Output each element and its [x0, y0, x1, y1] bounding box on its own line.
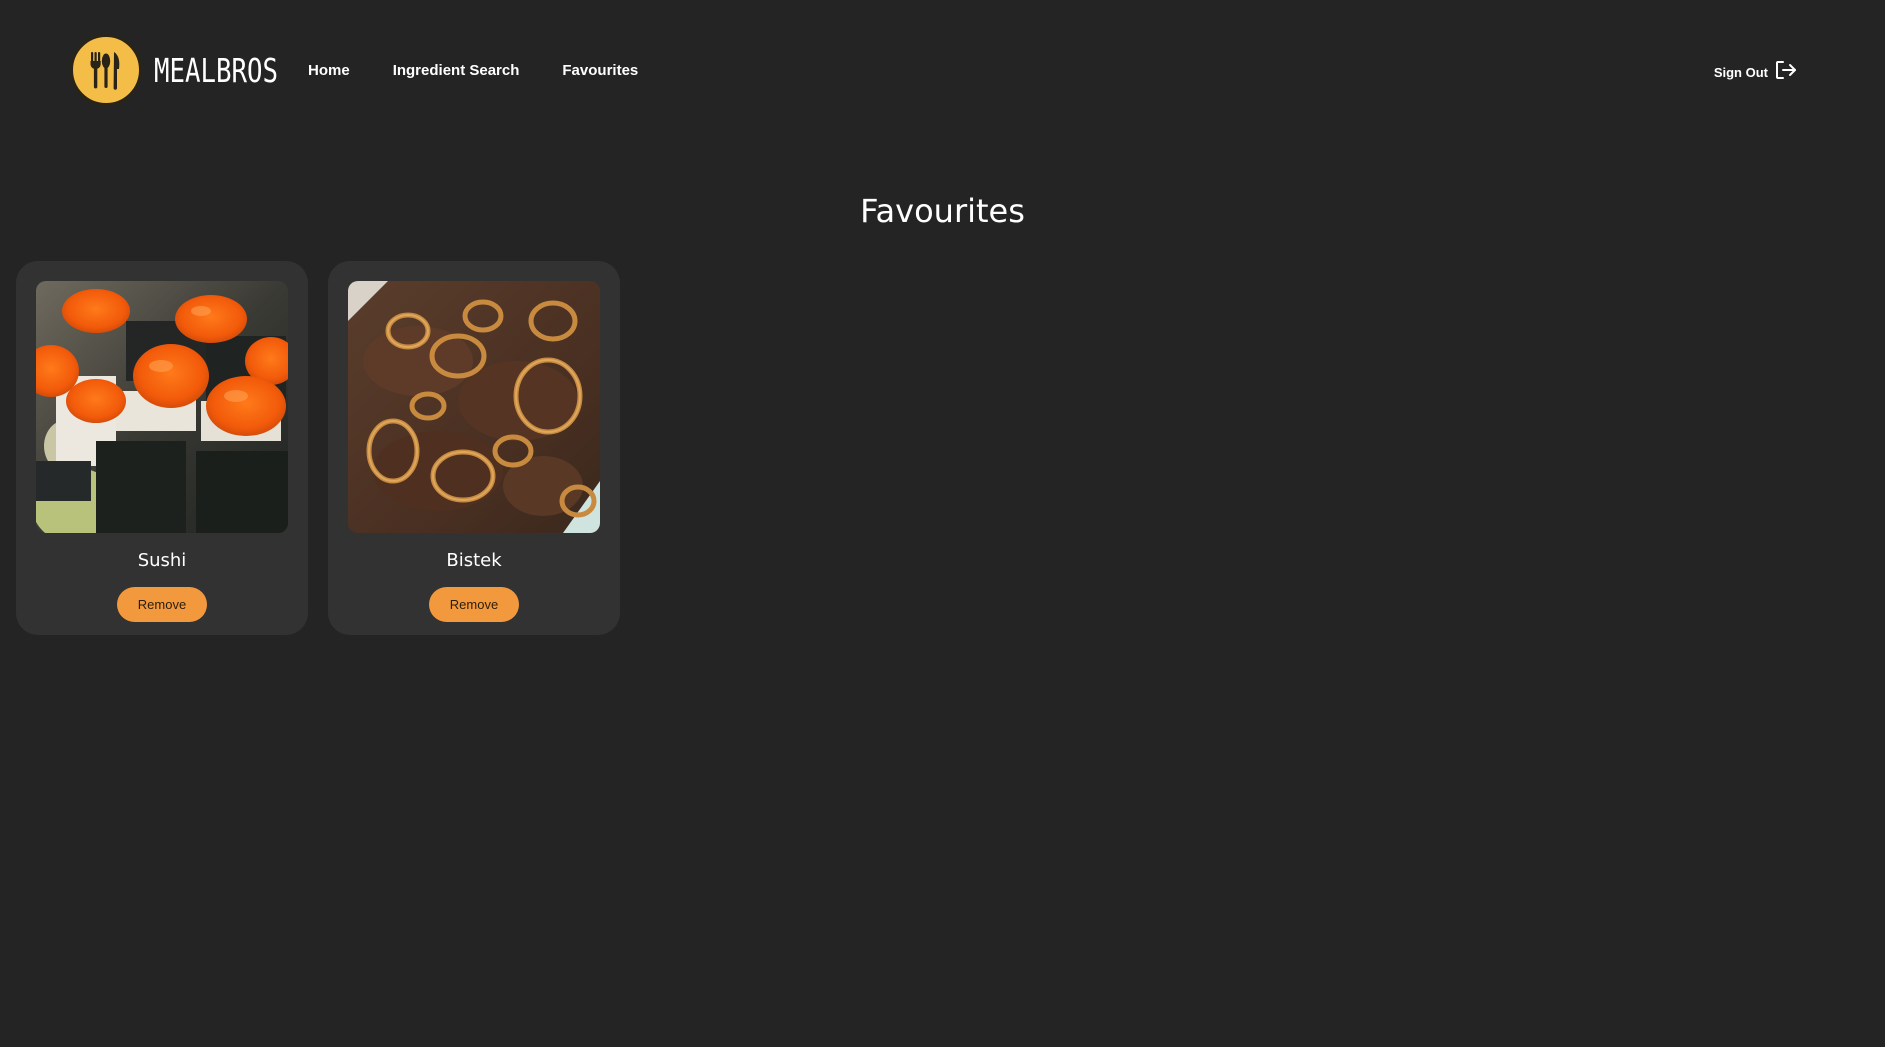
nav-link-home[interactable]: Home [308, 62, 350, 79]
favourite-card: Sushi Remove [16, 261, 308, 635]
favourite-name: Bistek [446, 550, 502, 571]
sushi-photo[interactable] [36, 281, 288, 533]
favourite-name: Sushi [137, 550, 187, 571]
main-nav: Home Ingredient Search Favourites [308, 62, 638, 79]
favourite-card: Bistek Remove [328, 261, 620, 635]
brand-logo-link[interactable]: MEALBROS [70, 34, 313, 106]
remove-button[interactable]: Remove [117, 587, 207, 622]
favourites-grid: Sushi Remove Bistek Remove [16, 261, 620, 635]
brand-name: MEALBROS [154, 50, 278, 90]
sign-out-button[interactable]: Sign Out [1714, 60, 1797, 84]
sign-out-icon [1775, 60, 1797, 84]
nav-link-ingredient-search[interactable]: Ingredient Search [393, 62, 520, 79]
remove-button[interactable]: Remove [429, 587, 519, 622]
navbar: MEALBROS Home Ingredient Search Favourit… [0, 0, 1885, 144]
sign-out-label: Sign Out [1713, 64, 1768, 80]
page-title: Favourites [860, 192, 1025, 230]
utensils-logo-icon [70, 34, 142, 106]
bistek-photo[interactable] [348, 281, 600, 533]
nav-link-favourites[interactable]: Favourites [562, 62, 638, 79]
